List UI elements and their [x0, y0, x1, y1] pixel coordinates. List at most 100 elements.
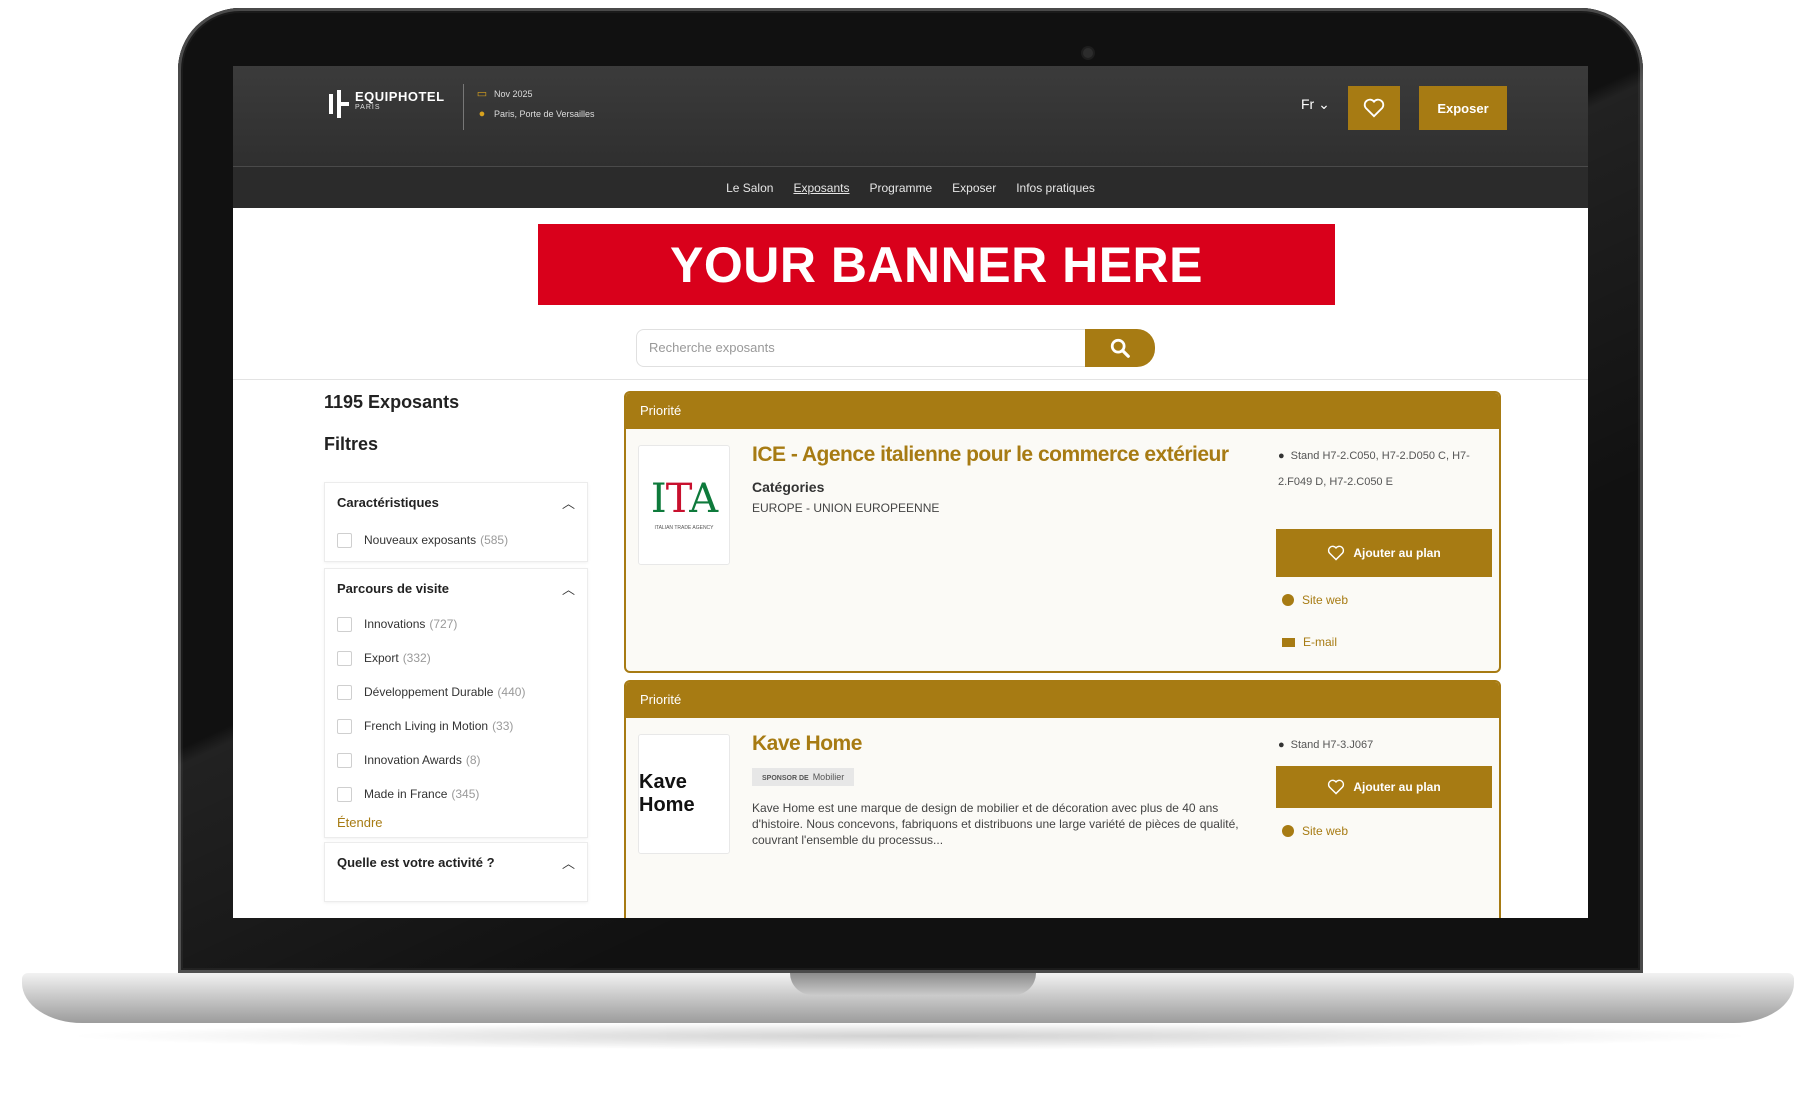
filters-title: Filtres	[324, 434, 379, 454]
logo-letter: T	[665, 476, 690, 522]
filter-option-count: (585)	[480, 533, 509, 547]
main-nav: Le Salon Exposants Programme Exposer Inf…	[233, 166, 1588, 208]
checkbox[interactable]	[337, 532, 352, 548]
envelope-icon	[1282, 637, 1295, 647]
filter-option[interactable]: Nouveaux exposants (585)	[325, 521, 587, 559]
add-to-plan-label: Ajouter au plan	[1353, 780, 1441, 794]
add-to-plan-button[interactable]: Ajouter au plan	[1276, 529, 1492, 577]
kave-home-logo: Kave Home	[639, 771, 695, 816]
priority-tag: Priorité	[626, 682, 1499, 718]
filter-option-count: (8)	[465, 753, 481, 767]
checkbox[interactable]	[337, 650, 352, 666]
filter-option[interactable]: Développement Durable (440)	[325, 675, 587, 709]
sponsor-prefix: SPONSOR DE	[762, 775, 809, 782]
equiphotel-logo[interactable]: EQUIPHOTEL PARIS	[329, 90, 445, 118]
nav-programme[interactable]: Programme	[869, 181, 932, 195]
stand-info: ● Stand H7-2.C050, H7-2.D050 C, H7-2.F049…	[1278, 443, 1478, 495]
filter-group-title: Parcours de visite	[337, 580, 449, 596]
filter-activite-header[interactable]: Quelle est votre activité ? ︿	[325, 843, 587, 881]
logo-subtext: PARIS	[355, 104, 381, 111]
exhibit-button[interactable]: Exposer	[1419, 86, 1507, 130]
heart-icon	[1328, 779, 1345, 795]
filter-option[interactable]: French Living in Motion (33)	[325, 709, 587, 743]
filter-option-label: Innovation Awards	[364, 753, 462, 767]
search-button[interactable]	[1085, 329, 1155, 367]
filter-group-title: Caractéristiques	[337, 494, 439, 510]
exhibitor-card[interactable]: Priorité Kave Home Kave Home SPONSOR DE M…	[624, 680, 1501, 918]
website-label: Site web	[1302, 593, 1349, 607]
nav-le-salon[interactable]: Le Salon	[726, 181, 773, 195]
checkbox[interactable]	[337, 752, 352, 768]
site-header: EQUIPHOTEL PARIS ▭ Nov 2025 ● Paris, Por…	[233, 66, 1588, 166]
exhibitor-logo[interactable]: ITA ITALIAN TRADE AGENCY	[638, 445, 730, 565]
add-to-plan-button[interactable]: Ajouter au plan	[1276, 766, 1492, 808]
stand-info: ● Stand H7-3.J067	[1278, 732, 1478, 758]
heart-icon	[1328, 545, 1345, 561]
filter-option-count: (33)	[492, 719, 514, 733]
filter-option-count: (332)	[402, 651, 431, 665]
event-info: ▭ Nov 2025 ● Paris, Porte de Versailles	[463, 84, 595, 130]
filter-option-label: French Living in Motion	[364, 719, 489, 733]
logo-letter: A	[689, 476, 718, 522]
nav-exposer[interactable]: Exposer	[952, 181, 996, 195]
checkbox[interactable]	[337, 684, 352, 700]
event-date-text: Nov 2025	[494, 89, 533, 99]
exhibitor-count: 1195 Exposants	[324, 392, 460, 412]
exhibitor-description: Kave Home est une marque de design de mo…	[752, 801, 1239, 847]
email-link[interactable]: E-mail	[1282, 635, 1337, 649]
heart-icon	[1363, 98, 1385, 118]
event-date: ▭ Nov 2025	[476, 84, 595, 104]
camera-dot	[1083, 48, 1093, 58]
language-label: Fr	[1301, 96, 1315, 112]
checkbox[interactable]	[337, 786, 352, 802]
calendar-icon: ▭	[476, 88, 488, 100]
language-selector[interactable]: Fr ⌄	[1301, 96, 1330, 113]
filter-option-label: Nouveaux exposants	[364, 533, 477, 547]
filter-caracteristiques-header[interactable]: Caractéristiques ︿	[325, 483, 587, 521]
filter-option[interactable]: Made in France (345)	[325, 777, 587, 811]
filter-option[interactable]: Innovation Awards (8)	[325, 743, 587, 777]
search-icon	[1110, 338, 1130, 358]
exhibitor-logo[interactable]: Kave Home	[638, 734, 730, 854]
logo-subtext: ITALIAN TRADE AGENCY	[654, 525, 714, 531]
location-pin-icon: ●	[1278, 739, 1285, 751]
filter-option-label: Made in France	[364, 787, 448, 801]
stand-text: Stand H7-2.C050, H7-2.D050 C, H7-2.F049 …	[1278, 450, 1470, 488]
website-link[interactable]: Site web	[1282, 824, 1348, 838]
expand-filters-link[interactable]: Étendre	[325, 811, 587, 840]
laptop-shadow	[60, 1022, 1760, 1050]
filter-parcours-header[interactable]: Parcours de visite ︿	[325, 569, 587, 607]
filter-option[interactable]: Innovations (727)	[325, 607, 587, 641]
favorites-button[interactable]	[1348, 86, 1400, 130]
content-divider	[233, 379, 1588, 380]
logo-letter: I	[650, 476, 667, 522]
location-pin-icon: ●	[478, 108, 486, 120]
event-location-text: Paris, Porte de Versailles	[494, 109, 595, 119]
ita-logo-mark: ITA	[650, 476, 718, 522]
logo-mark-icon	[329, 90, 351, 118]
filter-option-label: Innovations	[364, 617, 426, 631]
search-input[interactable]: Recherche exposants	[636, 329, 1092, 367]
ad-banner[interactable]: YOUR BANNER HERE	[538, 224, 1335, 305]
laptop-notch	[790, 973, 1036, 995]
chevron-up-icon: ︿	[561, 855, 575, 871]
filter-option-count: (727)	[429, 617, 458, 631]
filter-option[interactable]: Export (332)	[325, 641, 587, 675]
logo-text: EQUIPHOTEL	[355, 89, 445, 104]
globe-icon	[1282, 825, 1294, 837]
event-location: ● Paris, Porte de Versailles	[476, 104, 595, 124]
nav-infos-pratiques[interactable]: Infos pratiques	[1016, 181, 1095, 195]
email-label: E-mail	[1303, 635, 1338, 649]
exhibitor-name[interactable]: ICE - Agence italienne pour le commerce …	[752, 443, 1229, 467]
nav-exposants[interactable]: Exposants	[793, 181, 849, 195]
filter-caracteristiques: Caractéristiques ︿ Nouveaux exposants (5…	[324, 482, 588, 562]
exhibitor-card[interactable]: Priorité ITA ITALIAN TRADE AGENCY ICE - …	[624, 391, 1501, 673]
checkbox[interactable]	[337, 616, 352, 632]
filter-option-label: Développement Durable	[364, 685, 494, 699]
filter-option-count: (345)	[451, 787, 480, 801]
website-link[interactable]: Site web	[1282, 593, 1348, 607]
add-to-plan-label: Ajouter au plan	[1353, 546, 1441, 560]
exhibitor-name[interactable]: Kave Home	[752, 732, 862, 756]
checkbox[interactable]	[337, 718, 352, 734]
sponsor-category: Mobilier	[812, 772, 845, 782]
